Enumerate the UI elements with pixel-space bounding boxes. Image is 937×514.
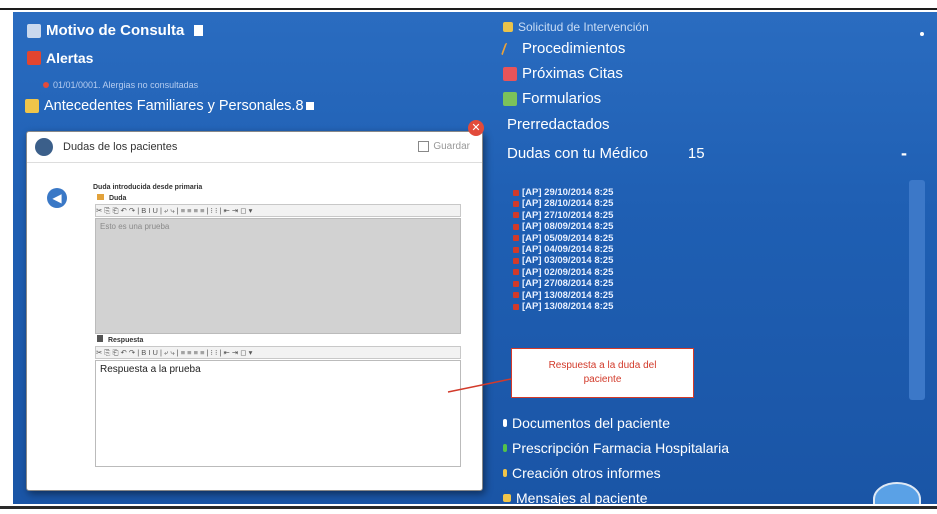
callout-arrow — [447, 378, 512, 393]
callout-line1: Respuesta a la duda del — [548, 360, 657, 371]
annotation-callout: Respuesta a la duda del paciente — [511, 348, 694, 398]
callout-line2: paciente — [583, 374, 622, 385]
bottom-border — [0, 506, 937, 509]
